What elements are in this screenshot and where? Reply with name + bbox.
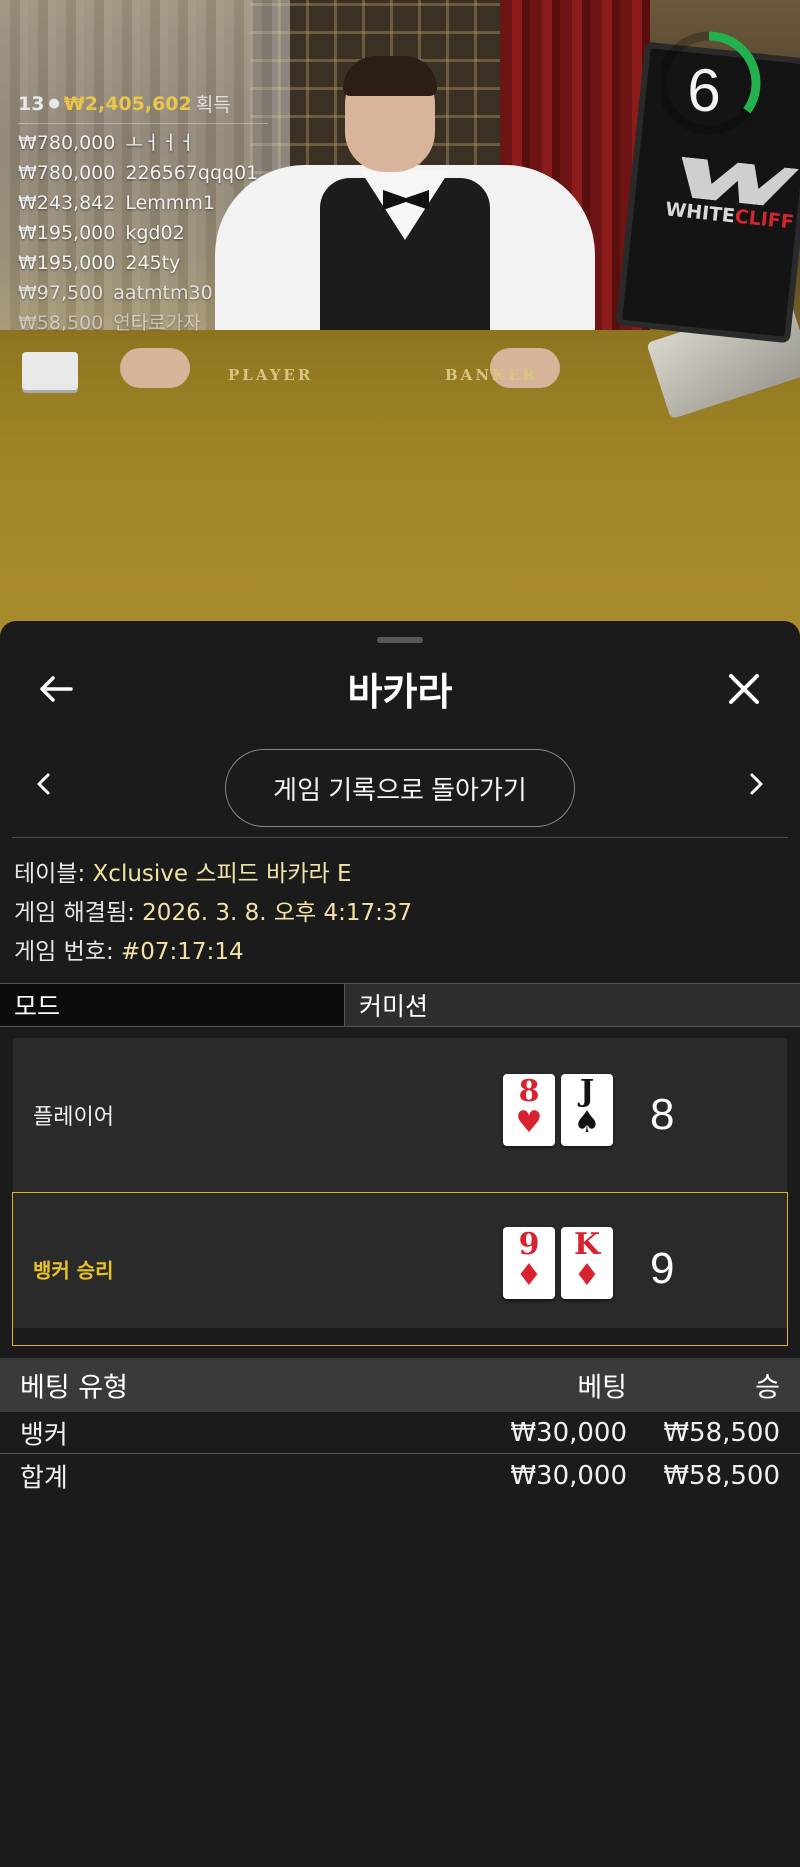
bet-table-header: 베팅 유형 베팅 승	[0, 1358, 800, 1412]
winner-row: ₩780,000 ㅗㅓㅓㅓ	[18, 132, 196, 154]
banker-score: 9	[650, 1244, 675, 1293]
player-score: 8	[650, 1090, 675, 1139]
resolved-info: 게임 해결됨: 2026. 3. 8. 오후 4:17:37	[14, 900, 413, 926]
winners-earn-label: 획득	[195, 94, 231, 116]
banker-cards: 9 ♦ K ♦	[503, 1227, 613, 1299]
total-label: 합계	[20, 1463, 68, 1494]
discard-tray	[22, 352, 78, 390]
winner-row: ₩195,000 245ty	[18, 252, 181, 274]
total-win: ₩58,500	[663, 1461, 780, 1491]
playing-card: J ♠	[561, 1074, 613, 1146]
winner-row: ₩780,000 226567qqq01	[18, 162, 259, 184]
live-video: PLAYER BANKER WHITECLIFF 6 13 ● ₩2,405,6…	[0, 0, 800, 640]
bet-type-cell: 뱅커	[20, 1420, 68, 1450]
tab-mode[interactable]: 모드	[0, 984, 345, 1026]
playing-card: K ♦	[561, 1227, 613, 1299]
dealer-hand-left	[120, 348, 190, 388]
chevron-left-icon[interactable]	[28, 769, 58, 799]
game-history-sheet: 바카라 게임 기록으로 돌아가기 테이블: Xclusive 스피드 바카라 E…	[0, 621, 800, 1867]
header-win: 승	[755, 1372, 780, 1404]
sheet-title: 바카라	[347, 670, 453, 714]
winners-list: 13 ● ₩2,405,602 획득 ₩780,000 ㅗㅓㅓㅓ ₩780,000…	[18, 90, 268, 338]
mode-tabs: 모드 커미션	[0, 983, 800, 1027]
player-cards: 8 ♥ J ♠	[503, 1074, 613, 1146]
header-bet: 베팅	[577, 1372, 627, 1404]
sheet-drag-handle[interactable]	[377, 637, 423, 643]
win-amount-cell: ₩58,500	[663, 1417, 780, 1448]
winners-total: ₩2,405,602	[63, 92, 192, 115]
total-row: 합계 ₩30,000 ₩58,500	[0, 1455, 800, 1497]
winner-row: ₩243,842 Lemmm1	[18, 192, 215, 214]
winner-row: ₩97,500 aatmtm30	[18, 282, 213, 304]
banker-result-row: 뱅커 승리 9 ♦ K ♦ 9	[12, 1192, 788, 1346]
player-label: 플레이어	[33, 1105, 114, 1130]
felt-player-label: PLAYER	[228, 366, 314, 384]
bet-amount-cell: ₩30,000	[510, 1417, 627, 1448]
winner-row: ₩58,500 연타로가자	[18, 312, 201, 334]
close-icon[interactable]	[724, 669, 764, 709]
header-bet-type: 베팅 유형	[20, 1372, 128, 1404]
felt-banker-label: BANKER	[445, 366, 538, 384]
winner-row: ₩195,000 kgd02	[18, 222, 185, 244]
player-result-row: 플레이어 8 ♥ J ♠ 8	[13, 1038, 787, 1192]
result-panel: 플레이어 8 ♥ J ♠ 8 뱅커 승리 9 ♦ K ♦ 9	[12, 1038, 788, 1346]
game-number-info: 게임 번호: #07:17:14	[14, 939, 244, 965]
countdown-seconds: 6	[687, 57, 721, 124]
playing-card: 8 ♥	[503, 1074, 555, 1146]
table-info: 테이블: Xclusive 스피드 바카라 E	[14, 861, 352, 887]
tab-commission[interactable]: 커미션	[345, 984, 800, 1026]
chevron-right-icon[interactable]	[742, 769, 772, 799]
person-icon: ●	[48, 96, 60, 111]
playing-card: 9 ♦	[503, 1227, 555, 1299]
dealer-hair	[343, 56, 437, 96]
winners-count: 13	[18, 92, 45, 115]
total-bet: ₩30,000	[510, 1461, 627, 1491]
table-row: 뱅커 ₩30,000 ₩58,500	[0, 1412, 800, 1454]
banker-win-label: 뱅커 승리	[33, 1258, 114, 1283]
winners-header: 13 ● ₩2,405,602 획득	[18, 90, 268, 124]
back-to-history-button[interactable]: 게임 기록으로 돌아가기	[225, 749, 575, 827]
divider	[12, 837, 788, 838]
